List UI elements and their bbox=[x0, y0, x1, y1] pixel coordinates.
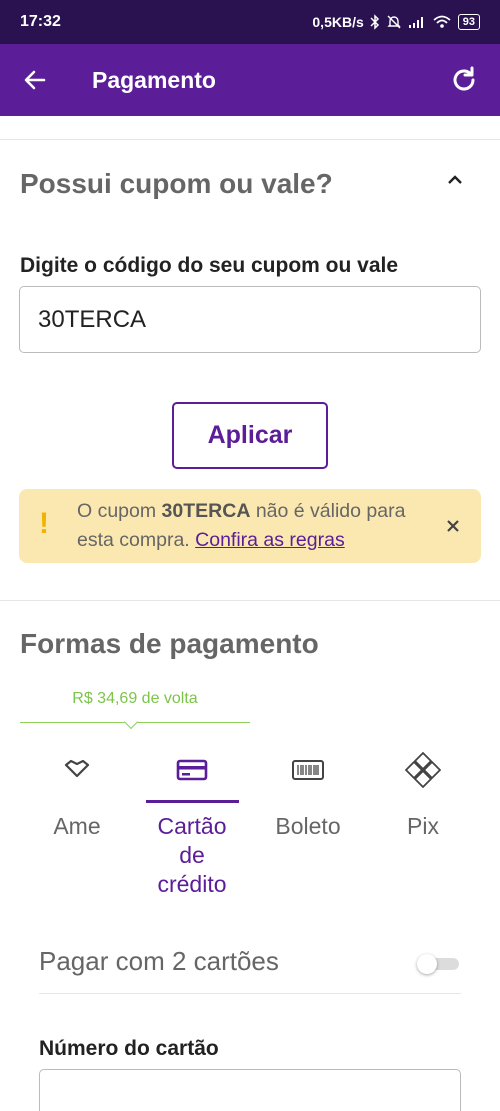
apply-coupon-button[interactable]: Aplicar bbox=[172, 402, 328, 469]
coupon-field-label: Digite o código do seu cupom ou vale bbox=[20, 254, 399, 277]
two-cards-label: Pagar com 2 cartões bbox=[39, 946, 279, 976]
close-icon bbox=[447, 520, 459, 532]
two-cards-row: Pagar com 2 cartões bbox=[39, 940, 461, 994]
cashback-label: R$ 34,69 de volta bbox=[72, 690, 198, 707]
refresh-button[interactable] bbox=[428, 44, 500, 116]
tab-label: Cartão de crédito bbox=[157, 813, 227, 897]
bluetooth-icon bbox=[370, 14, 379, 30]
ame-heart-icon bbox=[64, 759, 90, 778]
status-bar: 17:32 0,5KB/s 93 bbox=[0, 0, 500, 44]
arrow-left-icon bbox=[24, 70, 46, 90]
app-bar: Pagamento bbox=[0, 44, 500, 116]
alert-text-prefix: O cupom bbox=[77, 500, 162, 522]
tab-label: Boleto bbox=[275, 813, 341, 839]
status-icons: 0,5KB/s 93 bbox=[312, 14, 480, 30]
coupon-input[interactable] bbox=[19, 286, 481, 353]
rules-link[interactable]: Confira as regras bbox=[195, 529, 345, 551]
section-divider bbox=[0, 600, 500, 601]
page-title: Pagamento bbox=[92, 66, 216, 93]
tab-ame[interactable]: Ame bbox=[30, 745, 124, 841]
barcode-icon bbox=[292, 760, 324, 780]
two-cards-toggle[interactable] bbox=[417, 954, 461, 974]
card-number-input[interactable] bbox=[39, 1069, 461, 1111]
alert-message: O cupom 30TERCA não é válido para esta c… bbox=[77, 497, 447, 555]
tab-label: Pix bbox=[407, 813, 439, 839]
section-divider bbox=[0, 139, 500, 140]
chevron-up-icon bbox=[448, 175, 462, 184]
tab-pix[interactable]: Pix bbox=[376, 745, 470, 841]
active-tab-indicator bbox=[146, 800, 239, 803]
back-button[interactable] bbox=[0, 44, 70, 116]
coupon-section-title: Possui cupom ou vale? bbox=[20, 168, 333, 199]
credit-card-icon bbox=[176, 759, 208, 781]
silent-icon bbox=[387, 15, 401, 29]
tab-credit-card[interactable]: Cartão de crédito bbox=[145, 745, 239, 899]
battery-icon: 93 bbox=[457, 14, 480, 30]
pix-icon bbox=[405, 752, 441, 788]
warning-icon: ! bbox=[39, 507, 49, 540]
tab-label: Ame bbox=[53, 813, 101, 839]
signal-icon bbox=[408, 17, 423, 28]
cashback-pointer bbox=[123, 714, 139, 730]
payment-section-title: Formas de pagamento bbox=[20, 628, 319, 659]
alert-coupon-code: 30TERCA bbox=[161, 500, 251, 522]
card-number-label: Número do cartão bbox=[39, 1037, 219, 1060]
coupon-error-alert: ! O cupom 30TERCA não é válido para esta… bbox=[19, 489, 481, 563]
network-speed: 0,5KB/s bbox=[312, 14, 364, 30]
wifi-icon bbox=[433, 15, 451, 28]
tab-boleto[interactable]: Boleto bbox=[261, 745, 355, 841]
status-time: 17:32 bbox=[20, 13, 61, 30]
collapse-button[interactable] bbox=[440, 170, 470, 190]
refresh-icon bbox=[453, 66, 475, 91]
close-alert-button[interactable] bbox=[443, 516, 463, 536]
